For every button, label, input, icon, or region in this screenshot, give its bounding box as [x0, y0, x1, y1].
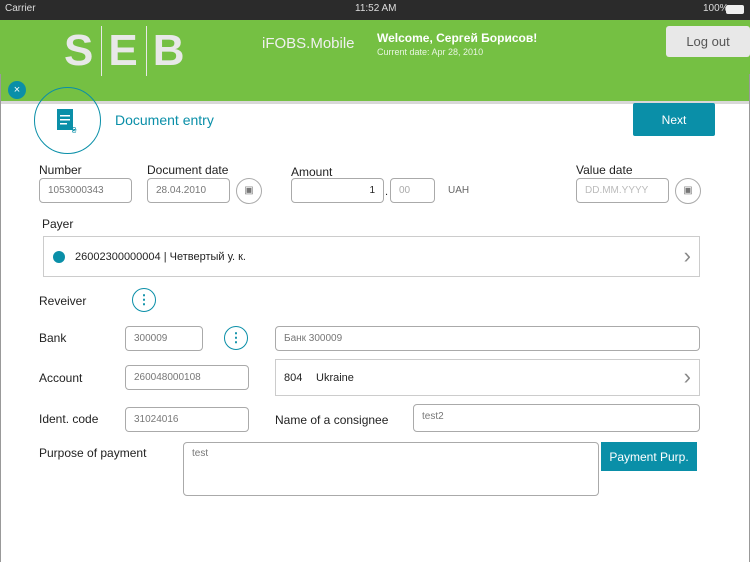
- number-label: Number: [39, 163, 82, 177]
- country-selector[interactable]: 804 Ukraine ›: [275, 359, 700, 396]
- document-icon: ₴: [34, 87, 101, 154]
- current-date: Current date: Apr 28, 2010: [377, 47, 484, 57]
- bank-code-input[interactable]: 300009: [125, 326, 203, 351]
- payer-label: Payer: [42, 217, 74, 231]
- consignee-label: Name of a consignee: [275, 413, 389, 427]
- number-input[interactable]: 1053000343: [39, 178, 132, 203]
- document-date-label: Document date: [147, 163, 229, 177]
- country-code: 804: [284, 372, 303, 384]
- status-bar: Carrier 11:52 AM 100%: [0, 0, 750, 20]
- chevron-right-icon: ›: [683, 364, 691, 389]
- consignee-input[interactable]: test2: [413, 404, 700, 432]
- amount-decimal-input[interactable]: 00: [390, 178, 435, 203]
- amount-integer-input[interactable]: 1: [291, 178, 384, 203]
- amount-label: Amount: [291, 165, 333, 179]
- logout-button[interactable]: Log out: [666, 26, 750, 57]
- country-name: Ukraine: [316, 372, 354, 384]
- seb-logo: SEB: [64, 26, 193, 76]
- value-date-input[interactable]: DD.MM.YYYY: [576, 178, 669, 203]
- payer-selector[interactable]: 26002300000004 | Четвертый у. к. ›: [43, 236, 700, 277]
- payer-value: 26002300000004 | Четвертый у. к.: [75, 251, 246, 263]
- more-icon[interactable]: ⋮: [132, 288, 156, 312]
- battery: 100%: [703, 3, 729, 14]
- receiver-label: Reveiver: [39, 294, 87, 308]
- welcome-text: Welcome, Сергей Борисов!: [377, 31, 538, 45]
- page-title: Document entry: [115, 112, 214, 128]
- battery-icon: [726, 5, 744, 14]
- time: 11:52 AM: [355, 3, 397, 14]
- next-button[interactable]: Next: [633, 103, 715, 136]
- svg-text:₴: ₴: [72, 126, 77, 135]
- bank-label: Bank: [39, 331, 67, 345]
- app-name: iFOBS.Mobile: [262, 35, 355, 52]
- currency: UAH: [448, 185, 470, 196]
- value-date-label: Value date: [576, 163, 633, 177]
- document-date-input[interactable]: 28.04.2010: [147, 178, 230, 203]
- more-icon[interactable]: ⋮: [224, 326, 248, 350]
- purpose-textarea[interactable]: test: [183, 442, 599, 496]
- account-icon: [53, 251, 65, 263]
- carrier: Carrier: [5, 3, 36, 14]
- calendar-icon[interactable]: ▣: [236, 178, 262, 204]
- account-input[interactable]: 260048000108: [125, 365, 249, 390]
- ident-code-label: Ident. code: [39, 412, 99, 426]
- calendar-icon[interactable]: ▣: [675, 178, 701, 204]
- amount-separator: .: [385, 186, 389, 198]
- ident-code-input[interactable]: 31024016: [125, 407, 249, 432]
- account-label: Account: [39, 371, 83, 385]
- bank-name-input[interactable]: Банк 300009: [275, 326, 700, 351]
- payment-purpose-button[interactable]: Payment Purp.: [601, 442, 697, 471]
- chevron-right-icon: ›: [683, 243, 691, 268]
- purpose-label: Purpose of payment: [39, 446, 147, 460]
- close-icon[interactable]: ×: [8, 81, 26, 99]
